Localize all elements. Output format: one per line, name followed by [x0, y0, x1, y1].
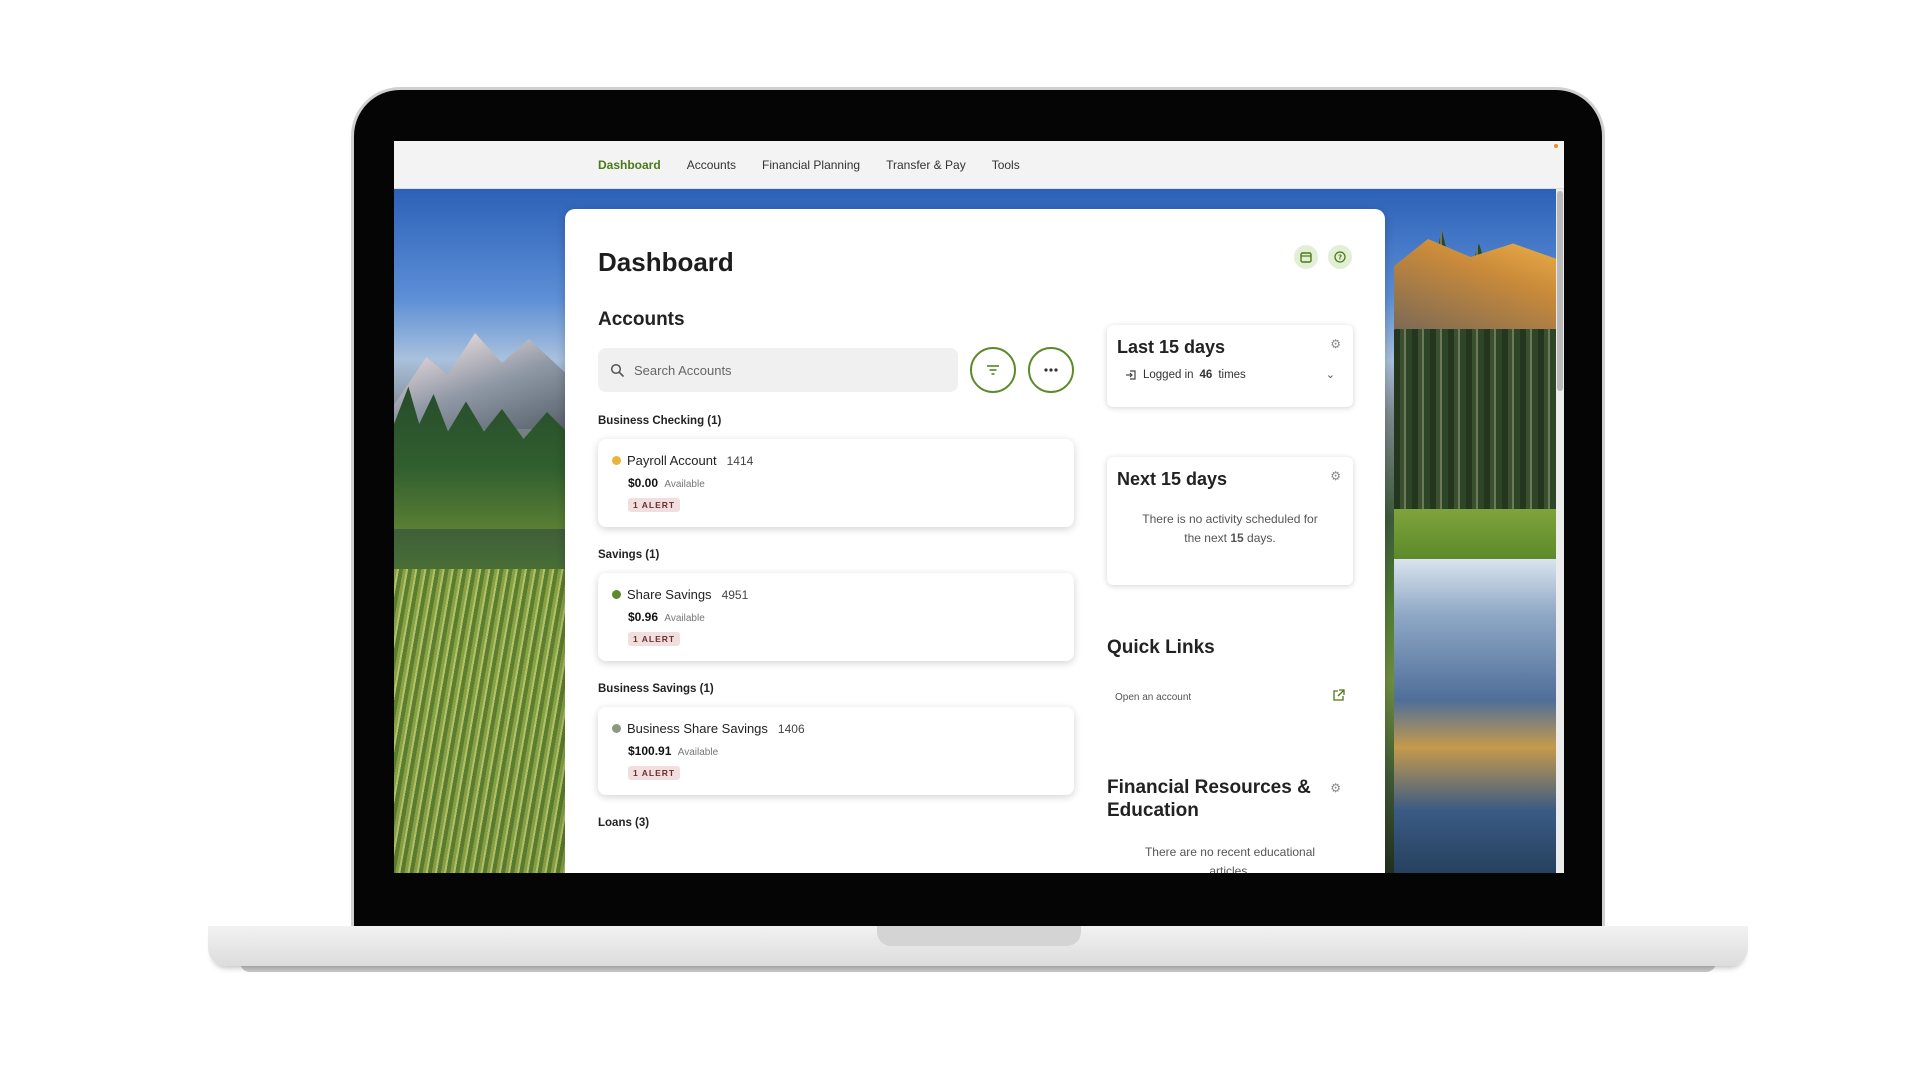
account-card-business-share-savings[interactable]: Business Share Savings 1406 $100.91 Avai… [598, 707, 1074, 795]
gear-icon[interactable]: ⚙ [1330, 469, 1341, 483]
gear-icon[interactable]: ⚙ [1330, 781, 1341, 795]
financial-resources-header: Financial Resources & Education ⚙ [1107, 777, 1353, 823]
svg-text:?: ? [1338, 254, 1342, 262]
nav-item-transfer-pay[interactable]: Transfer & Pay [886, 158, 966, 172]
search-icon [610, 363, 624, 377]
status-dot [612, 590, 621, 599]
alert-badge[interactable]: 1 ALERT [628, 498, 681, 512]
status-dot [612, 724, 621, 733]
login-suffix: times [1218, 368, 1246, 381]
login-prefix: Logged in [1143, 368, 1194, 381]
quick-links-title: Quick Links [1107, 637, 1215, 658]
gear-icon[interactable]: ⚙ [1330, 337, 1341, 351]
page-scrollbar[interactable] [1556, 189, 1564, 873]
quick-links-section: Quick Links Open an account [1107, 637, 1353, 705]
account-number: 1414 [726, 453, 754, 468]
sidebar-widgets: Last 15 days ⚙ Logged in 46 times ⌄ Next… [1107, 325, 1353, 873]
header-actions: ? [1294, 245, 1352, 269]
help-icon[interactable]: ? [1328, 245, 1352, 269]
more-icon [1044, 368, 1058, 372]
laptop-screen: Dashboard Accounts Financial Planning Tr… [394, 141, 1564, 873]
mountain-peak-left [394, 333, 574, 429]
accounts-search-row [598, 347, 1076, 393]
laptop-notch [877, 926, 1081, 946]
accounts-section: Accounts Business Checking (1) Payrol [598, 309, 1076, 829]
alert-badge[interactable]: 1 ALERT [628, 632, 681, 646]
dashboard-card: Dashboard ? Accounts Search Accounts Bus… [565, 209, 1385, 873]
available-label: Available [664, 479, 705, 490]
status-dot [612, 456, 621, 465]
account-card-payroll[interactable]: Payroll Account 1414 $0.00 Available 1 A… [598, 439, 1074, 527]
no-activity-suffix: days. [1247, 531, 1276, 546]
quick-link-open-account[interactable]: Open an account [1107, 689, 1353, 705]
last-15-days-card: Last 15 days ⚙ Logged in 46 times ⌄ [1107, 325, 1353, 407]
login-activity-row[interactable]: Logged in 46 times ⌄ [1117, 368, 1343, 381]
nav-item-financial-planning[interactable]: Financial Planning [762, 158, 860, 172]
account-number: 4951 [721, 587, 749, 602]
no-activity-count: 15 [1230, 531, 1244, 546]
more-options-button[interactable] [1028, 347, 1074, 393]
account-balance: $0.00 [628, 476, 659, 490]
next-15-days-card: Next 15 days ⚙ There is no activity sche… [1107, 457, 1353, 585]
financial-resources-title: Financial Resources & Education [1107, 777, 1311, 821]
stream-right [1394, 559, 1564, 873]
next-15-days-title: Next 15 days [1117, 469, 1228, 489]
account-name: Share Savings [627, 587, 712, 602]
group-label-business-savings: Business Savings (1) [598, 683, 714, 695]
account-balance: $0.96 [628, 610, 659, 624]
account-card-share-savings[interactable]: Share Savings 4951 $0.96 Available 1 ALE… [598, 573, 1074, 661]
accounts-title: Accounts [598, 309, 685, 330]
filter-button[interactable] [970, 347, 1016, 393]
available-label: Available [677, 747, 719, 758]
external-link-icon[interactable] [1332, 689, 1345, 705]
account-name: Business Share Savings [627, 721, 768, 736]
filter-icon [987, 365, 999, 375]
no-activity-prefix: the next [1184, 531, 1227, 546]
group-label-loans: Loans (3) [598, 817, 650, 829]
meadow-right [1394, 509, 1564, 559]
search-box [598, 348, 958, 392]
account-number: 1406 [777, 721, 805, 736]
notification-dot [1554, 144, 1558, 148]
quick-link-label: Open an account [1115, 691, 1192, 703]
no-activity-line1: There is no activity scheduled for [1142, 512, 1318, 526]
top-navigation: Dashboard Accounts Financial Planning Tr… [394, 141, 1564, 189]
nav-item-tools[interactable]: Tools [992, 158, 1020, 172]
account-balance: $100.91 [628, 744, 672, 758]
no-articles-text: There are no recent educational articles… [1144, 844, 1316, 873]
alert-badge[interactable]: 1 ALERT [628, 766, 681, 780]
last-15-days-title: Last 15 days [1117, 337, 1226, 357]
page-title: Dashboard [598, 247, 734, 277]
chevron-down-icon[interactable]: ⌄ [1326, 368, 1335, 381]
group-label-business-checking: Business Checking (1) [598, 415, 722, 427]
scrollbar-thumb[interactable] [1557, 191, 1563, 391]
nav-item-dashboard[interactable]: Dashboard [598, 158, 661, 172]
account-name: Payroll Account [627, 453, 717, 468]
login-count: 46 [1199, 368, 1213, 381]
group-label-savings: Savings (1) [598, 549, 660, 561]
calendar-icon[interactable] [1294, 245, 1318, 269]
available-label: Available [664, 613, 705, 624]
search-accounts-input[interactable] [634, 362, 934, 378]
no-activity-text: There is no activity scheduled for the n… [1117, 510, 1343, 558]
grass-left [394, 569, 574, 873]
login-icon [1126, 369, 1136, 380]
nav-item-accounts[interactable]: Accounts [687, 158, 736, 172]
